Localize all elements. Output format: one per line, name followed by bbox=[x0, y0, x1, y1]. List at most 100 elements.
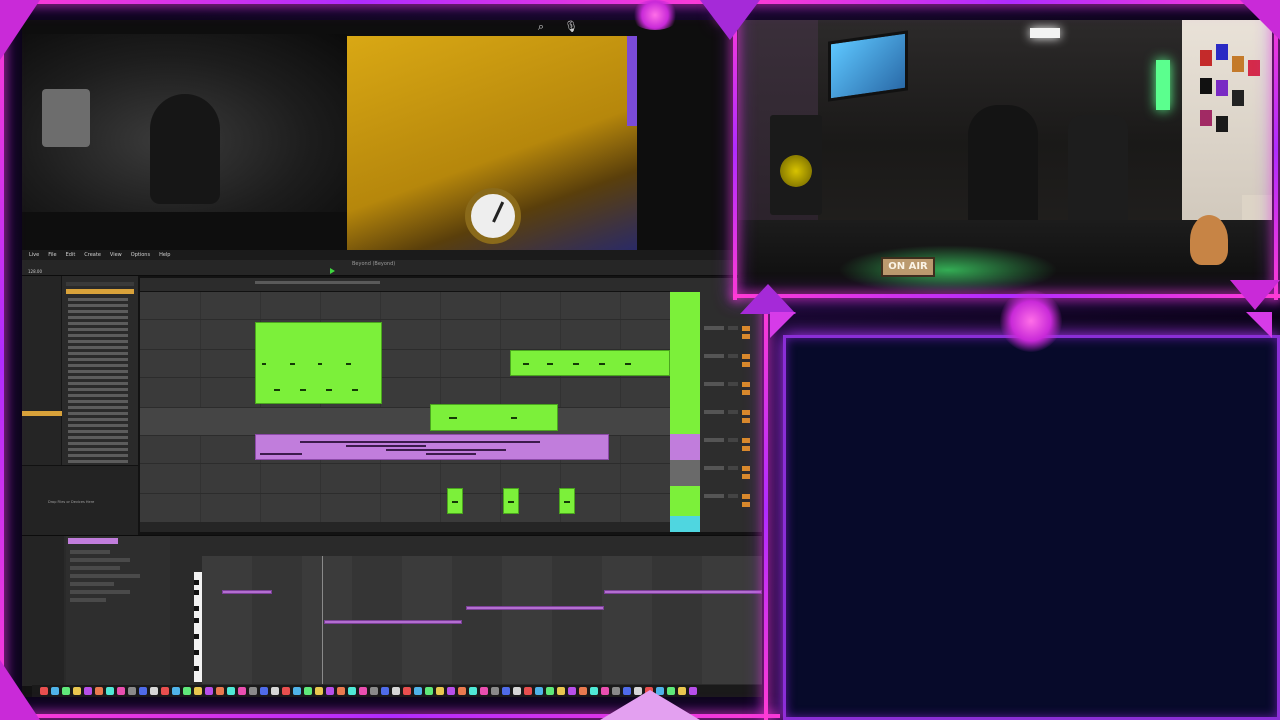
browser-item[interactable] bbox=[68, 298, 128, 301]
dock-app-icon[interactable] bbox=[535, 687, 543, 695]
browser-item[interactable] bbox=[68, 352, 128, 355]
clip-property[interactable] bbox=[70, 558, 130, 562]
solo-button[interactable] bbox=[742, 502, 750, 507]
mute-button[interactable] bbox=[742, 354, 750, 359]
monitor-toggle[interactable] bbox=[728, 438, 738, 442]
track-lane[interactable] bbox=[140, 320, 670, 350]
browser-item[interactable] bbox=[68, 322, 128, 325]
playhead[interactable] bbox=[322, 556, 323, 684]
piano-key[interactable] bbox=[194, 606, 199, 611]
dock-app-icon[interactable] bbox=[568, 687, 576, 695]
dock-app-icon[interactable] bbox=[293, 687, 301, 695]
dock-app-icon[interactable] bbox=[172, 687, 180, 695]
dock-app-icon[interactable] bbox=[469, 687, 477, 695]
dock-app-icon[interactable] bbox=[392, 687, 400, 695]
clip-property[interactable] bbox=[70, 590, 130, 594]
dock-app-icon[interactable] bbox=[359, 687, 367, 695]
midi-clip[interactable] bbox=[559, 488, 575, 514]
track-header[interactable] bbox=[670, 404, 700, 434]
monitor-toggle[interactable] bbox=[728, 494, 738, 498]
menu-help[interactable]: Help bbox=[159, 252, 170, 258]
browser-item[interactable] bbox=[68, 406, 128, 409]
mute-button[interactable] bbox=[742, 410, 750, 415]
dock-app-icon[interactable] bbox=[579, 687, 587, 695]
dock-app-icon[interactable] bbox=[304, 687, 312, 695]
monitor-toggle[interactable] bbox=[728, 354, 738, 358]
input-selector[interactable] bbox=[704, 382, 724, 386]
midi-clip-selected[interactable] bbox=[255, 434, 609, 460]
track-lane[interactable] bbox=[140, 378, 670, 408]
track-lane[interactable] bbox=[140, 292, 670, 320]
midi-note[interactable] bbox=[466, 606, 604, 610]
dock-app-icon[interactable] bbox=[502, 687, 510, 695]
browser-item[interactable] bbox=[68, 316, 128, 319]
clip-property[interactable] bbox=[70, 550, 110, 554]
dock-app-icon[interactable] bbox=[84, 687, 92, 695]
solo-button[interactable] bbox=[742, 446, 750, 451]
arrangement-view[interactable] bbox=[140, 278, 670, 532]
browser-item[interactable] bbox=[68, 454, 128, 457]
input-selector[interactable] bbox=[704, 410, 724, 414]
input-selector[interactable] bbox=[704, 354, 724, 358]
dock-app-icon[interactable] bbox=[260, 687, 268, 695]
browser-item[interactable] bbox=[68, 346, 128, 349]
midi-clip[interactable] bbox=[255, 322, 382, 404]
menu-file[interactable]: File bbox=[48, 252, 56, 258]
input-selector[interactable] bbox=[704, 326, 724, 330]
dock-app-icon[interactable] bbox=[381, 687, 389, 695]
dock-app-icon[interactable] bbox=[315, 687, 323, 695]
note-editor[interactable] bbox=[202, 556, 762, 684]
dock-app-icon[interactable] bbox=[51, 687, 59, 695]
input-selector[interactable] bbox=[704, 466, 724, 470]
track-header[interactable] bbox=[670, 292, 700, 404]
menu-edit[interactable]: Edit bbox=[66, 252, 76, 258]
dock-app-icon[interactable] bbox=[216, 687, 224, 695]
dock-app-icon[interactable] bbox=[557, 687, 565, 695]
microphone-icon[interactable]: 🎙 bbox=[562, 20, 580, 34]
dock-app-icon[interactable] bbox=[414, 687, 422, 695]
dock-app-icon[interactable] bbox=[326, 687, 334, 695]
dock-app-icon[interactable] bbox=[40, 687, 48, 695]
dock-app-icon[interactable] bbox=[337, 687, 345, 695]
menu-view[interactable]: View bbox=[110, 252, 122, 258]
track-controls[interactable] bbox=[704, 434, 760, 460]
track-header[interactable] bbox=[670, 434, 700, 460]
midi-note[interactable] bbox=[324, 620, 462, 624]
dock-app-icon[interactable] bbox=[106, 687, 114, 695]
browser-item[interactable] bbox=[68, 442, 128, 445]
midi-note[interactable] bbox=[222, 590, 272, 594]
browser-selected-item[interactable] bbox=[66, 289, 134, 294]
dock-app-icon[interactable] bbox=[370, 687, 378, 695]
browser-item[interactable] bbox=[68, 364, 128, 367]
midi-clip[interactable] bbox=[510, 350, 670, 376]
clip-property[interactable] bbox=[70, 598, 106, 602]
input-selector[interactable] bbox=[704, 438, 724, 442]
track-header[interactable] bbox=[670, 460, 700, 486]
dock-app-icon[interactable] bbox=[458, 687, 466, 695]
solo-button[interactable] bbox=[742, 418, 750, 423]
browser-item[interactable] bbox=[68, 448, 128, 451]
clip-property[interactable] bbox=[70, 582, 114, 586]
menu-options[interactable]: Options bbox=[131, 252, 150, 258]
dock-app-icon[interactable] bbox=[183, 687, 191, 695]
return-track-header[interactable] bbox=[670, 516, 700, 532]
dock-app-icon[interactable] bbox=[447, 687, 455, 695]
dock-app-icon[interactable] bbox=[271, 687, 279, 695]
track-controls[interactable] bbox=[704, 350, 760, 376]
dock-app-icon[interactable] bbox=[436, 687, 444, 695]
dock-app-icon[interactable] bbox=[161, 687, 169, 695]
browser-item[interactable] bbox=[68, 412, 128, 415]
loop-brace[interactable] bbox=[255, 281, 380, 284]
video-player[interactable] bbox=[347, 36, 637, 250]
browser-item[interactable] bbox=[68, 310, 128, 313]
dock-app-icon[interactable] bbox=[128, 687, 136, 695]
browser-item[interactable] bbox=[68, 400, 128, 403]
solo-button[interactable] bbox=[742, 362, 750, 367]
clip-property[interactable] bbox=[70, 566, 120, 570]
solo-button[interactable] bbox=[742, 474, 750, 479]
monitor-toggle[interactable] bbox=[728, 326, 738, 330]
piano-key[interactable] bbox=[194, 580, 199, 585]
dock-app-icon[interactable] bbox=[205, 687, 213, 695]
browser-item[interactable] bbox=[68, 376, 128, 379]
dock-app-icon[interactable] bbox=[139, 687, 147, 695]
